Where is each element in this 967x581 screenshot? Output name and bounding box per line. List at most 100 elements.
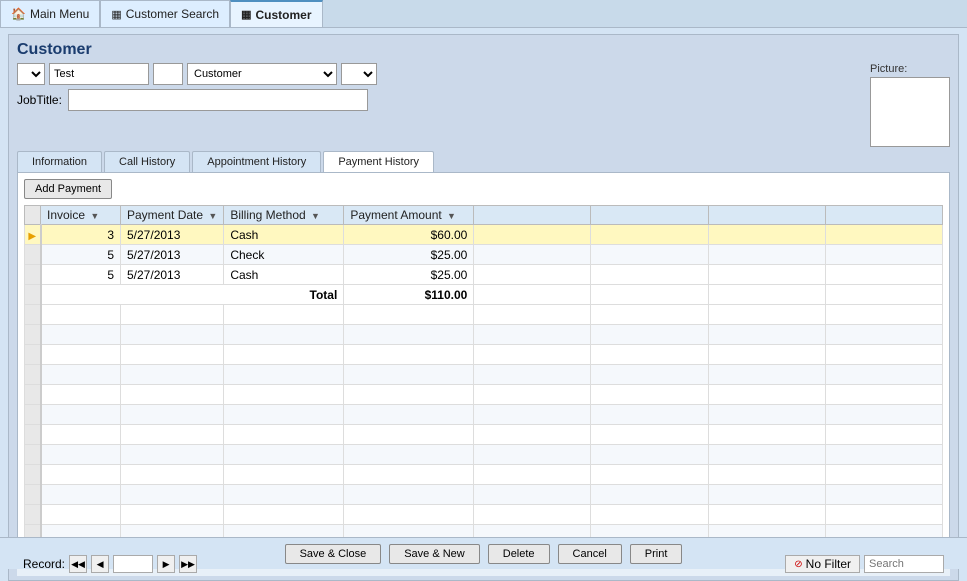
th-payment-date-label: Payment Date [127, 208, 203, 222]
tab-payment-history[interactable]: Payment History [323, 151, 434, 172]
tab-customer-search[interactable]: ▦ Customer Search [100, 0, 230, 27]
search-input[interactable] [864, 555, 944, 573]
customer-top-section: Customer JobTitle: Picture: [17, 63, 950, 147]
empty-indicator [25, 425, 41, 445]
suffix-select[interactable] [341, 63, 377, 85]
add-payment-button[interactable]: Add Payment [24, 179, 112, 199]
tab-main-menu[interactable]: 🏠 Main Menu [0, 0, 100, 27]
table-row[interactable]: ▶ 3 5/27/2013 Cash $60.00 [25, 225, 943, 245]
empty-cell3 [224, 365, 344, 385]
separator-input[interactable] [153, 63, 183, 85]
empty-cell3 [224, 425, 344, 445]
cell-empty1 [474, 245, 591, 265]
th-payment-date[interactable]: Payment Date ▼ [121, 206, 224, 225]
jobtitle-label: JobTitle: [17, 93, 62, 107]
cell-empty1 [474, 225, 591, 245]
nav-first-button[interactable]: ◀◀ [69, 555, 87, 573]
tab-customer-label: Customer [256, 8, 312, 22]
empty-cell7 [708, 385, 825, 405]
empty-cell7 [708, 325, 825, 345]
table-row[interactable]: 5 5/27/2013 Cash $25.00 [25, 265, 943, 285]
empty-cell2 [121, 305, 224, 325]
print-button[interactable]: Print [630, 544, 683, 564]
jobtitle-input[interactable] [68, 89, 368, 111]
total-row: Total $110.00 [25, 285, 943, 305]
cell-amount: $25.00 [344, 265, 474, 285]
empty-row [25, 405, 943, 425]
picture-area: Picture: [870, 63, 950, 147]
empty-cell1 [41, 425, 121, 445]
th-invoice[interactable]: Invoice ▼ [41, 206, 121, 225]
empty-cell5 [474, 305, 591, 325]
name-row: Customer [17, 63, 870, 85]
cell-empty3 [708, 265, 825, 285]
empty-indicator [25, 365, 41, 385]
cell-invoice: 5 [41, 265, 121, 285]
empty-indicator [25, 385, 41, 405]
empty-cell6 [591, 325, 708, 345]
tab-call-history[interactable]: Call History [104, 151, 190, 172]
sort-method-icon: ▼ [311, 211, 320, 221]
filter-icon: ⊘ [794, 559, 802, 570]
empty-cell5 [474, 405, 591, 425]
nav-next-button[interactable]: ▶ [157, 555, 175, 573]
empty-cell1 [41, 365, 121, 385]
cell-empty3 [708, 225, 825, 245]
tab-information[interactable]: Information [17, 151, 102, 172]
home-icon: 🏠 [11, 7, 26, 21]
tab-appointment-history[interactable]: Appointment History [192, 151, 321, 172]
cell-empty4 [825, 225, 942, 245]
cancel-button[interactable]: Cancel [558, 544, 622, 564]
tabs-row: Information Call History Appointment His… [17, 151, 950, 172]
th-payment-amount-label: Payment Amount [350, 208, 441, 222]
cell-empty2 [591, 245, 708, 265]
empty-cell1 [41, 405, 121, 425]
empty-indicator [25, 465, 41, 485]
empty-cell7 [708, 425, 825, 445]
save-new-button[interactable]: Save & New [389, 544, 480, 564]
nav-last-button[interactable]: ▶▶ [179, 555, 197, 573]
empty-cell3 [224, 505, 344, 525]
empty-cell1 [41, 345, 121, 365]
payment-table: Invoice ▼ Payment Date ▼ Billing Method … [24, 205, 943, 552]
empty-cell6 [591, 385, 708, 405]
indicator-icon: ▶ [28, 231, 36, 242]
th-payment-amount[interactable]: Payment Amount ▼ [344, 206, 474, 225]
empty-cell7 [708, 345, 825, 365]
th-empty2 [591, 206, 708, 225]
empty-cell3 [224, 345, 344, 365]
total-empty1 [474, 285, 591, 305]
empty-cell8 [825, 365, 942, 385]
empty-cell4 [344, 345, 474, 365]
empty-cell8 [825, 465, 942, 485]
prefix-select[interactable] [17, 63, 45, 85]
empty-cell8 [825, 385, 942, 405]
total-empty4 [825, 285, 942, 305]
tab-customer[interactable]: ▦ Customer [230, 0, 322, 27]
total-empty2 [591, 285, 708, 305]
save-close-button[interactable]: Save & Close [285, 544, 382, 564]
nav-prev-button[interactable]: ◀ [91, 555, 109, 573]
last-name-select[interactable]: Customer [187, 63, 337, 85]
row-indicator: ▶ [25, 225, 41, 245]
record-number-input[interactable] [113, 555, 153, 573]
th-billing-method[interactable]: Billing Method ▼ [224, 206, 344, 225]
empty-cell3 [224, 305, 344, 325]
cell-date: 5/27/2013 [121, 245, 224, 265]
tab-main-menu-label: Main Menu [30, 7, 89, 21]
no-filter-button[interactable]: ⊘ No Filter [785, 555, 860, 573]
delete-button[interactable]: Delete [488, 544, 550, 564]
cell-method: Cash [224, 225, 344, 245]
empty-cell4 [344, 385, 474, 405]
empty-cell4 [344, 485, 474, 505]
empty-cell3 [224, 325, 344, 345]
empty-indicator [25, 345, 41, 365]
row-indicator [25, 265, 41, 285]
empty-cell1 [41, 485, 121, 505]
first-name-input[interactable] [49, 63, 149, 85]
cell-invoice: 3 [41, 225, 121, 245]
table-row[interactable]: 5 5/27/2013 Check $25.00 [25, 245, 943, 265]
empty-cell4 [344, 425, 474, 445]
empty-cell3 [224, 445, 344, 465]
person-icon: ▦ [241, 8, 251, 21]
